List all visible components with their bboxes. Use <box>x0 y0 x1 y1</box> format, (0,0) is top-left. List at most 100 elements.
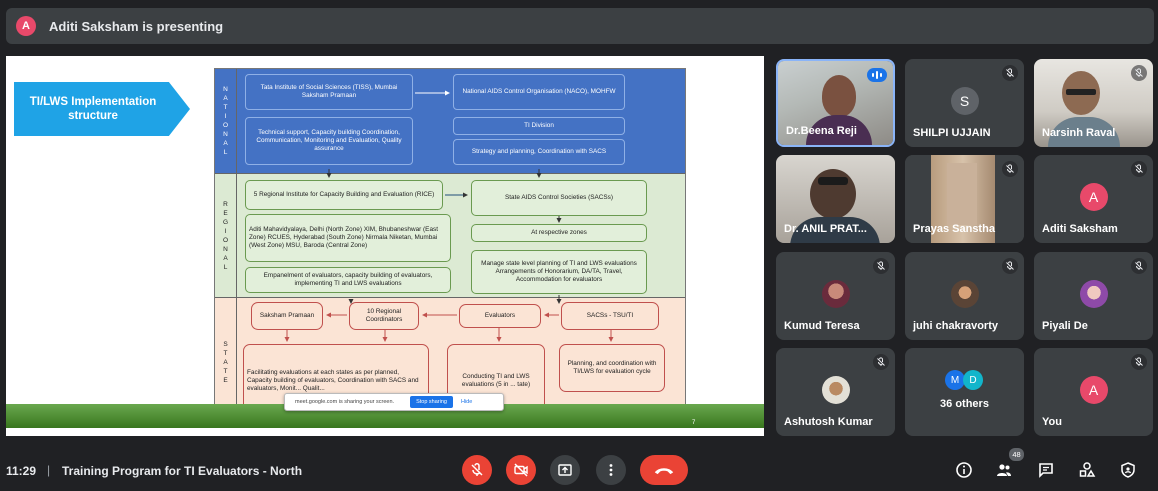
stop-sharing-button[interactable]: Stop sharing <box>410 396 453 408</box>
chat-button[interactable] <box>1036 460 1056 480</box>
more-options-button[interactable] <box>596 455 626 485</box>
host-controls-button[interactable] <box>1118 460 1138 480</box>
more-icon <box>609 464 613 476</box>
regional-label: REGIONAL <box>215 174 237 297</box>
avatar <box>821 280 850 308</box>
participant-name: Narsinh Raval <box>1042 127 1116 139</box>
rice-box: 5 Regional Institute for Capacity Buildi… <box>245 180 443 210</box>
participant-count-badge: 48 <box>1009 448 1024 461</box>
presenter-text: Aditi Saksham is presenting <box>49 18 224 34</box>
zones-box: Aditi Mahavidyalaya, Delhi (North Zone) … <box>245 214 451 262</box>
band-letter: L <box>223 263 228 271</box>
separator: | <box>47 463 51 477</box>
national-band: NATIONAL Tata Institute of Social Scienc… <box>215 69 685 173</box>
shared-screen: TI/LWS Implementation structure NATIONAL… <box>6 56 764 436</box>
present-icon <box>558 464 572 476</box>
mic-off-icon <box>1131 65 1147 81</box>
tech-support-box: Technical support, Capacity building Coo… <box>245 117 413 165</box>
participant-name: Piyali De <box>1042 320 1088 332</box>
presenter-avatar: A <box>16 16 36 36</box>
meet-window: A Aditi Saksham is presenting TI/LWS Imp… <box>0 0 1158 491</box>
strategy-box: Strategy and planning, Coordination with… <box>453 139 625 165</box>
present-button[interactable] <box>550 455 580 485</box>
saksham-pramaan-box: Saksham Pramaan <box>251 302 323 330</box>
participant-tile[interactable]: Ashutosh Kumar <box>776 348 895 436</box>
mic-toggle-button[interactable] <box>462 455 492 485</box>
participant-name: You <box>1042 416 1062 428</box>
participant-tile[interactable]: Narsinh Raval <box>1034 59 1153 147</box>
band-letter: G <box>222 218 229 226</box>
self-tile[interactable]: A You <box>1034 348 1153 436</box>
sacs-tsu-box: SACSs - TSU/TI <box>561 302 659 330</box>
meeting-details-button[interactable] <box>954 460 974 480</box>
participant-tile[interactable]: Dr.Beena Reji <box>776 59 895 147</box>
activities-icon <box>1079 462 1096 477</box>
band-letter: I <box>224 113 227 120</box>
mic-off-icon <box>873 258 889 274</box>
camera-toggle-button[interactable] <box>506 455 536 485</box>
avatar: A <box>1079 376 1108 404</box>
info-icon <box>956 462 972 478</box>
national-label: NATIONAL <box>215 69 237 173</box>
slide-page-number: 7 <box>692 420 696 426</box>
evaluators-box: Evaluators <box>459 304 541 328</box>
ti-division-box: TI Division <box>453 117 625 135</box>
band-letter: L <box>223 149 228 156</box>
band-letter: I <box>224 227 227 235</box>
leave-call-button[interactable] <box>640 455 688 485</box>
band-letter: A <box>223 140 228 147</box>
participant-name: juhi chakravorty <box>913 320 998 332</box>
mic-off-icon <box>471 463 483 476</box>
meeting-time: 11:29 <box>6 464 37 478</box>
participant-name: Ashutosh Kumar <box>784 416 873 428</box>
screen-share-notice: meet.google.com is sharing your screen. … <box>284 393 504 411</box>
participant-name: Dr.Beena Reji <box>786 125 857 137</box>
empanelment-box: Empanelment of evaluators, capacity buil… <box>245 267 451 293</box>
band-letter: N <box>223 86 228 93</box>
participant-tile[interactable]: A Aditi Saksham <box>1034 155 1153 243</box>
band-letter: E <box>223 209 228 217</box>
tiss-box: Tata Institute of Social Sciences (TISS)… <box>245 74 413 110</box>
participant-tile[interactable]: Piyali De <box>1034 252 1153 340</box>
chat-icon <box>1039 463 1053 478</box>
participant-tile[interactable]: Dr. ANIL PRAT... <box>776 155 895 243</box>
participant-name: Dr. ANIL PRAT... <box>784 223 867 235</box>
avatar: A <box>1079 183 1108 211</box>
participant-tile[interactable]: S SHILPI UJJAIN <box>905 59 1024 147</box>
structure-diagram: NATIONAL Tata Institute of Social Scienc… <box>214 68 686 428</box>
mic-off-icon <box>1131 161 1147 177</box>
mic-off-icon <box>1131 258 1147 274</box>
participant-name: Prayas Sanstha <box>913 223 995 235</box>
participant-tile[interactable]: juhi chakravorty <box>905 252 1024 340</box>
band-letter: A <box>223 359 228 366</box>
band-letter: S <box>223 341 228 348</box>
presenter-bar: A Aditi Saksham is presenting <box>6 8 1154 44</box>
participant-name: Aditi Saksham <box>1042 223 1118 235</box>
others-tile[interactable]: M D 36 others <box>905 348 1024 436</box>
regional-coordinators-box: 10 Regional Coordinators <box>349 302 419 330</box>
people-button[interactable] <box>994 460 1014 480</box>
mic-off-icon <box>873 354 889 370</box>
mic-off-icon <box>1002 65 1018 81</box>
participant-tile[interactable]: Prayas Sanstha <box>905 155 1024 243</box>
avatar: S <box>950 87 979 115</box>
control-bar: 11:29 | Training Program for TI Evaluato… <box>0 448 1158 491</box>
band-letter: O <box>222 122 229 129</box>
mic-off-icon <box>1131 354 1147 370</box>
share-notice-text: meet.google.com is sharing your screen. <box>295 399 395 405</box>
regional-band: REGIONAL 5 Regional Institute for Capaci… <box>215 173 685 297</box>
others-count: 36 others <box>940 398 989 410</box>
hide-notice-button[interactable]: Hide <box>461 399 472 405</box>
activities-button[interactable] <box>1077 460 1097 480</box>
band-letter: T <box>223 368 228 375</box>
band-letter: O <box>222 236 229 244</box>
host-controls-icon <box>1121 462 1135 478</box>
avatar <box>821 376 850 404</box>
participant-name: Kumud Teresa <box>784 320 860 332</box>
naco-box: National AIDS Control Organisation (NACO… <box>453 74 625 110</box>
sacs-box: State AIDS Control Societies (SACSs) <box>471 180 647 216</box>
participant-tile[interactable]: Kumud Teresa <box>776 252 895 340</box>
band-letter: R <box>223 200 228 208</box>
hangup-icon <box>654 467 674 474</box>
band-letter: E <box>223 377 228 384</box>
